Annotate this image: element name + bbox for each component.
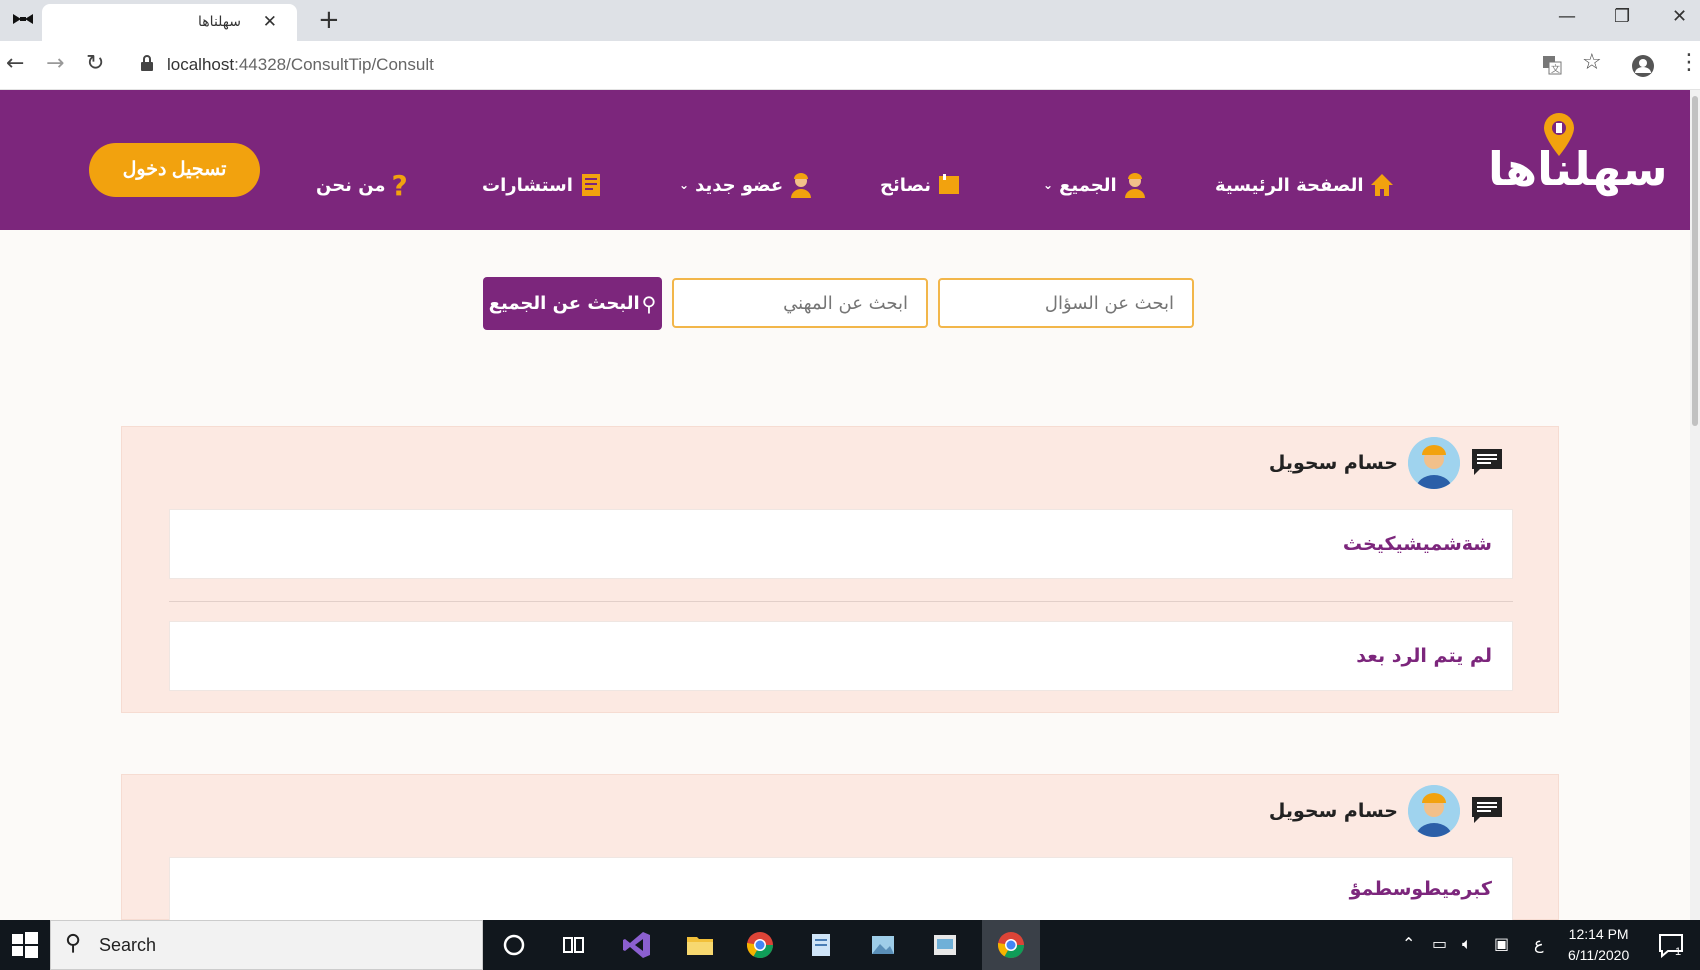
volume-icon[interactable]: 🔈︎	[1462, 934, 1472, 954]
home-icon	[1370, 174, 1393, 196]
search-all-button[interactable]: ⚲ البحث عن الجميع	[483, 277, 662, 330]
consultation-user[interactable]: حسام سحويل	[1269, 783, 1504, 839]
svg-text:文: 文	[1551, 63, 1560, 75]
notifications-icon[interactable]	[1656, 930, 1686, 960]
url-field[interactable]: localhost:44328/ConsultTip/Consult	[167, 55, 434, 75]
chrome-icon[interactable]	[996, 930, 1026, 960]
back-icon[interactable]: ←	[6, 51, 24, 76]
nav-about[interactable]: ? من نحن	[316, 168, 408, 202]
consultation-user-name: حسام سحويل	[1268, 452, 1398, 474]
profile-icon[interactable]	[1631, 54, 1655, 78]
divider	[169, 601, 1513, 602]
consultation-question: كبرميطوسطمؤ	[169, 857, 1513, 921]
consultation-user-name: حسام سحويل	[1268, 800, 1398, 822]
browser-tab-bar: سهلناها ✕ + — ❐ ✕	[0, 0, 1700, 41]
avatar	[1408, 437, 1460, 489]
question-text: شةشميشيكيخث	[1342, 533, 1492, 555]
nav-all[interactable]: الجميع ⌄	[1043, 170, 1147, 200]
windows-taskbar: ⚲ Search ⌃ ▭ 🔈︎ ▣ ع 12:14 PM 6/11/2020 1	[0, 920, 1700, 970]
translate-icon[interactable]: 文	[1542, 55, 1562, 75]
clock-date: 6/11/2020	[1568, 947, 1630, 963]
taskbar-clock[interactable]: 12:14 PM 6/11/2020	[1568, 924, 1629, 966]
avatar	[1408, 785, 1460, 837]
menu-kebab-icon[interactable]: ⋮	[1678, 50, 1700, 75]
search-all-label: البحث عن الجميع	[488, 293, 640, 314]
nav-home[interactable]: الصفحة الرئيسية	[1215, 170, 1394, 200]
notification-count: 1	[1675, 946, 1682, 958]
address-bar: ← → ↻ localhost:44328/ConsultTip/Consult…	[0, 41, 1700, 90]
nav-new-member[interactable]: عضو جديد ⌄	[679, 170, 813, 200]
login-button[interactable]: تسجيل دخول	[89, 143, 260, 197]
forward-icon[interactable]: →	[46, 51, 64, 76]
question-search-input[interactable]	[938, 278, 1194, 328]
nav-consultations[interactable]: استشارات	[482, 170, 603, 200]
battery-icon[interactable]: ▭	[1432, 934, 1447, 953]
chevron-down-icon: ⌄	[679, 178, 690, 192]
new-tab-button[interactable]: +	[318, 5, 340, 35]
task-view-icon[interactable]	[558, 930, 588, 960]
nav-tips[interactable]: نصائح	[880, 170, 961, 200]
chevron-down-icon: ⌄	[1043, 178, 1054, 192]
favicon-icon	[13, 14, 33, 24]
consultation-user[interactable]: حسام سحويل	[1269, 435, 1504, 491]
consultation-card: حسام سحويل كبرميطوسطمؤ	[121, 774, 1559, 921]
bookmark-star-icon[interactable]: ☆	[1582, 50, 1602, 75]
answer-text: لم يتم الرد بعد	[1356, 645, 1492, 667]
windows-start-icon[interactable]	[0, 920, 50, 970]
question-mark-icon: ?	[391, 168, 408, 202]
consultation-question: شةشميشيكيخث	[169, 509, 1513, 579]
input-language[interactable]: ع	[1534, 934, 1544, 953]
question-text: كبرميطوسطمؤ	[1349, 878, 1492, 900]
app-icon[interactable]	[930, 930, 960, 960]
search-icon: ⚲	[641, 291, 657, 316]
nav-all-label: الجميع	[1059, 174, 1117, 196]
cortana-icon[interactable]	[499, 930, 529, 960]
file-explorer-icon[interactable]	[685, 930, 715, 960]
tray-chevron-up-icon[interactable]: ⌃	[1402, 934, 1415, 953]
chat-icon	[1472, 449, 1502, 475]
chrome-icon[interactable]	[745, 930, 775, 960]
professional-search-input[interactable]	[672, 278, 928, 328]
nav-consultations-label: استشارات	[482, 174, 573, 196]
reload-icon[interactable]: ↻	[86, 51, 104, 76]
site-logo[interactable]: سهلناها	[1488, 142, 1668, 196]
url-path: :44328/ConsultTip/Consult	[234, 55, 434, 74]
photos-icon[interactable]	[868, 930, 898, 960]
worker-icon	[791, 173, 812, 198]
restore-icon[interactable]: ❐	[1614, 6, 1630, 27]
visual-studio-icon[interactable]	[622, 930, 652, 960]
chat-icon	[1472, 797, 1502, 823]
tab-title: سهلناها	[198, 14, 241, 30]
minimize-icon[interactable]: —	[1558, 6, 1576, 27]
url-host: localhost	[167, 55, 235, 74]
consultation-answer: لم يتم الرد بعد	[169, 621, 1513, 691]
lock-icon	[141, 55, 153, 71]
scrollbar-thumb[interactable]	[1692, 96, 1698, 426]
nav-new-member-label: عضو جديد	[695, 174, 784, 196]
taskbar-search-label: Search	[99, 935, 157, 955]
notepad-icon[interactable]	[806, 930, 836, 960]
document-icon	[581, 174, 600, 196]
nav-home-label: الصفحة الرئيسية	[1215, 174, 1364, 196]
browser-tab[interactable]: سهلناها ✕	[42, 4, 297, 41]
taskbar-search[interactable]: ⚲ Search	[50, 920, 483, 970]
nav-tips-label: نصائح	[880, 174, 931, 196]
search-icon: ⚲	[65, 931, 82, 956]
consultation-card: حسام سحويل شةشميشيكيخث لم يتم الرد بعد	[121, 426, 1559, 713]
nav-about-label: من نحن	[316, 174, 386, 196]
tab-close-icon[interactable]: ✕	[263, 12, 277, 32]
window-close-icon[interactable]: ✕	[1672, 6, 1687, 27]
note-icon	[939, 174, 959, 194]
clock-time: 12:14 PM	[1568, 926, 1629, 942]
worker-icon	[1124, 173, 1145, 198]
network-icon[interactable]: ▣	[1494, 934, 1509, 953]
